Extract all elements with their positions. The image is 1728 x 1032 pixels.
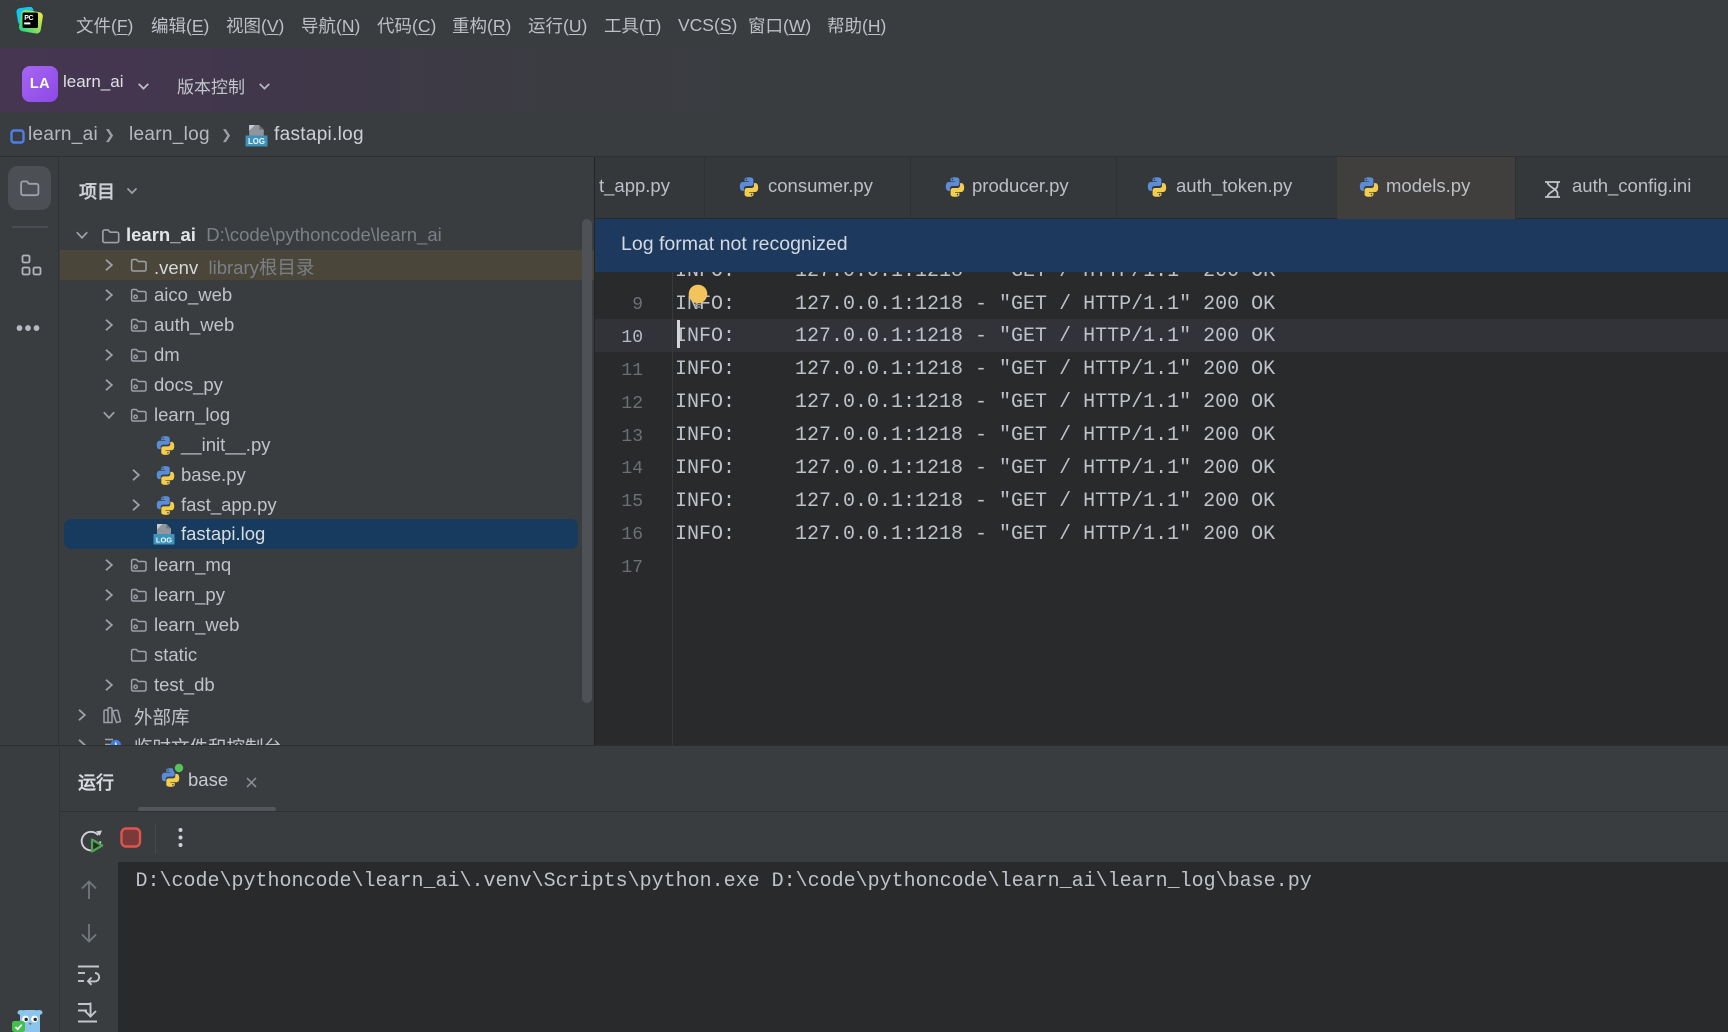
svg-text:PC: PC xyxy=(24,15,33,22)
